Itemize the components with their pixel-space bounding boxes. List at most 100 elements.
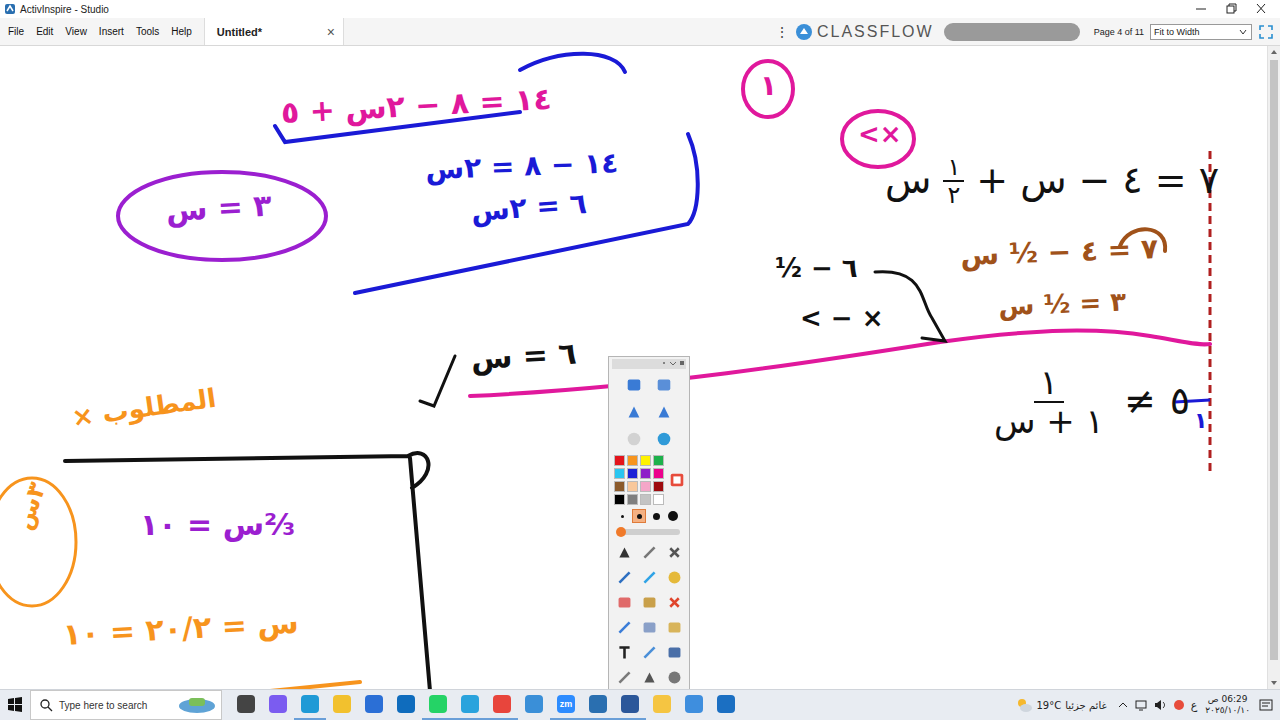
- weather[interactable]: 19°Cغائم جزئيا: [1015, 697, 1107, 713]
- scroll-up-icon[interactable]: [1268, 46, 1280, 58]
- taskbar-app[interactable]: [454, 690, 486, 720]
- volume-icon[interactable]: [1153, 698, 1167, 712]
- menu-item[interactable]: File: [2, 24, 30, 39]
- taskbar-app[interactable]: [518, 690, 550, 720]
- expand-icon[interactable]: [1258, 24, 1274, 40]
- tool-button[interactable]: [622, 400, 646, 424]
- handwriting[interactable]: ٦ = ٢س: [470, 188, 588, 228]
- tool-button[interactable]: [638, 616, 660, 638]
- clock[interactable]: ص06:29٢٠٢٥/١٠/١٠: [1202, 694, 1253, 716]
- handwriting[interactable]: ٧ = ٤ − ½ س: [960, 233, 1158, 272]
- classflow-logo[interactable]: CLASSFLOW: [795, 23, 934, 41]
- color-swatch[interactable]: [653, 468, 664, 479]
- thickness-slider[interactable]: [618, 529, 680, 535]
- tool-button[interactable]: [652, 400, 676, 424]
- taskbar-search[interactable]: Type here to search: [30, 690, 222, 720]
- language-indicator[interactable]: ع: [1191, 699, 1198, 712]
- color-picker-icon[interactable]: [668, 471, 686, 489]
- color-swatch[interactable]: [614, 494, 625, 505]
- tool-button[interactable]: [652, 427, 676, 451]
- minimize-icon[interactable]: [1186, 0, 1216, 18]
- color-swatch[interactable]: [640, 455, 651, 466]
- equation[interactable]: ١١ + س≠٥: [988, 364, 1190, 441]
- handwriting[interactable]: ١: [760, 70, 777, 102]
- tool-button[interactable]: [613, 666, 635, 688]
- handwriting[interactable]: ٣ = س: [165, 188, 272, 228]
- handwriting[interactable]: ½ − ٦: [775, 254, 858, 284]
- handwriting[interactable]: س = ٢٠/٢ = ١٠: [62, 606, 299, 653]
- app-tray-icon[interactable]: [1172, 698, 1186, 712]
- width-option[interactable]: [666, 509, 680, 523]
- document-tab[interactable]: Untitled*×: [204, 18, 344, 45]
- taskbar-app[interactable]: [230, 690, 262, 720]
- tool-button[interactable]: [613, 641, 635, 663]
- color-swatch[interactable]: [653, 481, 664, 492]
- color-swatch[interactable]: [627, 494, 638, 505]
- taskbar-app[interactable]: [710, 690, 742, 720]
- handwriting[interactable]: ٣ = ½ س: [998, 288, 1127, 322]
- tool-button[interactable]: [613, 566, 635, 588]
- color-swatch[interactable]: [627, 481, 638, 492]
- taskbar-app[interactable]: [646, 690, 678, 720]
- more-button[interactable]: ⋮: [775, 24, 789, 40]
- color-swatch[interactable]: [653, 494, 664, 505]
- color-swatch[interactable]: [640, 468, 651, 479]
- tool-button[interactable]: [663, 541, 685, 563]
- tab-close[interactable]: ×: [327, 24, 335, 40]
- color-swatch[interactable]: [640, 481, 651, 492]
- tool-button[interactable]: [638, 541, 660, 563]
- tool-button[interactable]: [622, 373, 646, 397]
- close-icon[interactable]: [1246, 0, 1276, 18]
- menu-item[interactable]: Tools: [130, 24, 165, 39]
- menu-item[interactable]: View: [59, 24, 93, 39]
- menu-item[interactable]: Help: [165, 24, 198, 39]
- taskbar-app[interactable]: [422, 690, 454, 720]
- handwriting[interactable]: ١٤ = ٨ − ٢س + ٥: [280, 82, 552, 131]
- tool-button[interactable]: [663, 666, 685, 688]
- taskbar-app[interactable]: zm: [550, 690, 582, 720]
- handwriting[interactable]: ⅔س = ١٠: [140, 508, 295, 543]
- tool-button[interactable]: [663, 591, 685, 613]
- handwriting[interactable]: ٦ = س: [470, 336, 577, 376]
- tool-button[interactable]: [613, 541, 635, 563]
- zoom-select[interactable]: Fit to Width: [1150, 24, 1252, 40]
- width-option[interactable]: [649, 509, 663, 523]
- scroll-down-icon[interactable]: [1268, 677, 1280, 689]
- width-option[interactable]: [632, 509, 646, 523]
- equation[interactable]: س١٢+س−٤=٧: [885, 154, 1219, 209]
- handwriting[interactable]: ١: [1194, 408, 1207, 433]
- taskbar-app[interactable]: [390, 690, 422, 720]
- tool-button[interactable]: [622, 427, 646, 451]
- flipchart-canvas[interactable]: س١٢+س−٤=٧١١ + س≠٥١٤ = ٨ − ٢س + ٥١٤ − ٨ =…: [0, 46, 1267, 689]
- tool-button[interactable]: [652, 373, 676, 397]
- handwriting[interactable]: <×: [858, 120, 902, 150]
- tool-button[interactable]: [663, 566, 685, 588]
- taskbar-app[interactable]: [358, 690, 390, 720]
- tool-button[interactable]: [663, 616, 685, 638]
- scroll-thumb[interactable]: [1270, 60, 1278, 660]
- taskbar-app[interactable]: [614, 690, 646, 720]
- taskbar-app[interactable]: [294, 690, 326, 720]
- handwriting[interactable]: المطلوب ×: [70, 384, 218, 434]
- menu-item[interactable]: Edit: [30, 24, 59, 39]
- tool-button[interactable]: [613, 616, 635, 638]
- toolbox[interactable]: [608, 356, 690, 689]
- taskbar-app[interactable]: [262, 690, 294, 720]
- taskbar-app[interactable]: [678, 690, 710, 720]
- restore-icon[interactable]: [1216, 0, 1246, 18]
- tool-button[interactable]: [638, 666, 660, 688]
- vertical-scrollbar[interactable]: [1267, 46, 1280, 689]
- width-option[interactable]: [615, 509, 629, 523]
- taskbar-app[interactable]: [582, 690, 614, 720]
- color-swatch[interactable]: [627, 455, 638, 466]
- chevron-up-icon[interactable]: [1117, 699, 1129, 711]
- menu-item[interactable]: Insert: [93, 24, 130, 39]
- color-swatch[interactable]: [614, 455, 625, 466]
- color-swatch[interactable]: [614, 481, 625, 492]
- handwriting[interactable]: < − ×: [800, 304, 883, 334]
- tool-button[interactable]: [638, 566, 660, 588]
- handwriting[interactable]: ٣س: [10, 479, 52, 533]
- notifications-icon[interactable]: [1258, 697, 1274, 713]
- tool-button[interactable]: [613, 591, 635, 613]
- taskbar-app[interactable]: [486, 690, 518, 720]
